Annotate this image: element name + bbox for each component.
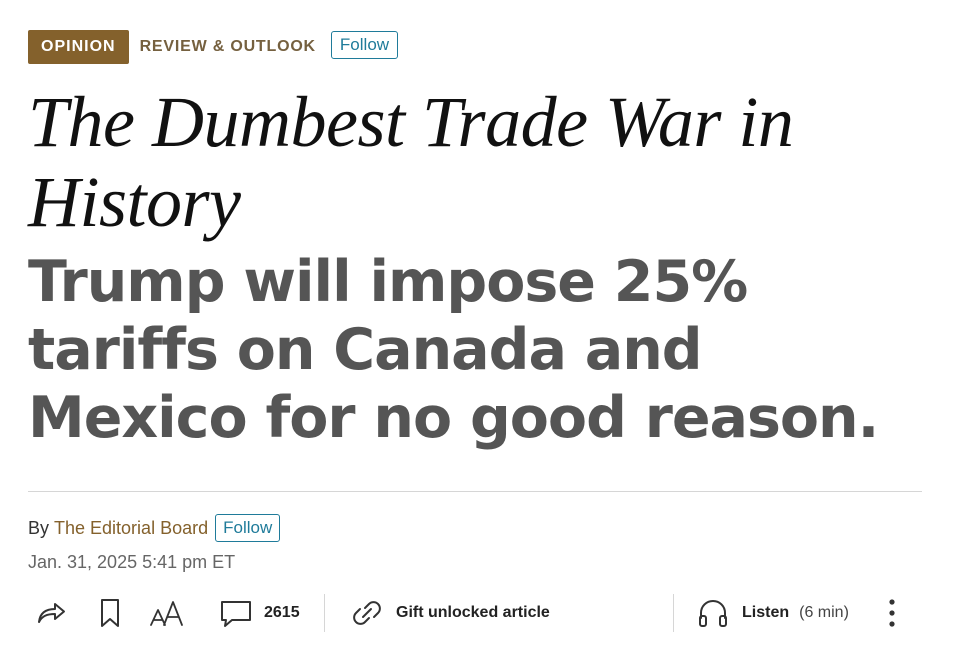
section-tags: OPINION REVIEW & OUTLOOK Follow	[28, 30, 399, 64]
listen-button[interactable]: Listen (6 min)	[696, 590, 849, 636]
comments-button[interactable]: 2615	[218, 590, 300, 636]
byline-prefix: By	[28, 517, 50, 538]
share-button[interactable]	[34, 590, 68, 636]
comment-count: 2615	[264, 604, 300, 621]
toolbar-separator	[673, 594, 674, 632]
article-timestamp: Jan. 31, 2025 5:41 pm ET	[28, 552, 236, 572]
headphones-icon	[696, 596, 730, 630]
opinion-badge[interactable]: OPINION	[28, 30, 129, 64]
share-icon	[34, 596, 68, 630]
text-size-icon	[148, 596, 186, 630]
gift-article-label: Gift unlocked article	[396, 604, 550, 621]
article-toolbar: 2615 Gift unlocked article Listen (6 min…	[28, 590, 922, 636]
gift-link-icon	[350, 596, 384, 630]
bookmark-icon	[98, 596, 122, 630]
listen-label: Listen	[742, 604, 790, 621]
author-link[interactable]: The Editorial Board	[54, 518, 208, 539]
toolbar-separator	[324, 594, 325, 632]
divider	[28, 491, 922, 492]
follow-section-button[interactable]: Follow	[330, 31, 399, 59]
more-options-button[interactable]	[886, 590, 898, 636]
comment-icon	[218, 596, 254, 630]
article-headline: The Dumbest Trade War in History	[28, 82, 794, 242]
save-article-button[interactable]	[98, 590, 122, 636]
listen-duration: (6 min)	[799, 604, 849, 621]
more-vertical-icon	[886, 596, 898, 630]
section-name-link[interactable]: REVIEW & OUTLOOK	[140, 38, 316, 56]
gift-article-button[interactable]: Gift unlocked article	[350, 590, 550, 636]
follow-author-button[interactable]: Follow	[215, 514, 281, 542]
byline: By The Editorial Board Follow	[28, 514, 281, 542]
article-dek: Trump will impose 25% tariffs on Canada …	[28, 249, 879, 451]
text-size-button[interactable]	[148, 590, 186, 636]
